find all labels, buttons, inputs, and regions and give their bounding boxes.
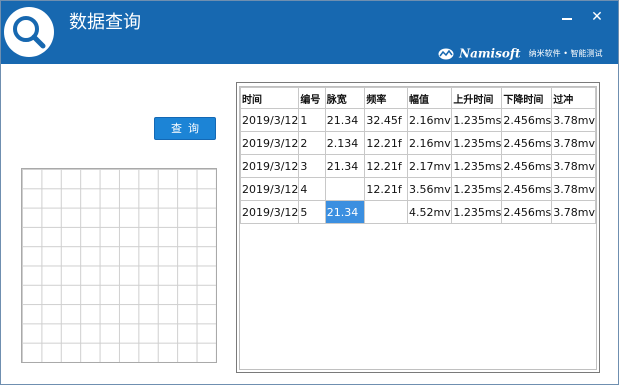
table-cell[interactable]: 3.78mv xyxy=(551,177,596,201)
table-cell[interactable] xyxy=(364,200,408,224)
table-cell[interactable]: 21.34 xyxy=(324,108,366,132)
minimize-button[interactable] xyxy=(559,9,575,25)
table-cell[interactable]: 2.456ms xyxy=(501,108,553,132)
table-cell[interactable]: 2.456ms xyxy=(501,200,553,224)
column-header[interactable]: 时间 xyxy=(239,87,300,109)
table-header: 时间 编号 脉宽 频率 幅值 上升时间 下降时间 过冲 xyxy=(239,87,596,109)
minimize-icon xyxy=(562,18,572,20)
table-cell[interactable]: 3.56mv xyxy=(406,177,453,201)
table-cell[interactable]: 1.235ms xyxy=(451,108,503,132)
namisoft-logo-icon xyxy=(438,48,454,59)
table-cell[interactable]: 32.45f xyxy=(364,108,408,132)
column-header[interactable]: 幅值 xyxy=(406,87,453,109)
table-cell[interactable]: 12.21f xyxy=(364,131,408,155)
data-query-window: 数据查询 ✕ Namisoft 纳米软件 • 智能测试 查询 时间 编号 脉宽 频率幅… xyxy=(0,0,619,385)
table-cell[interactable]: 4 xyxy=(298,177,326,201)
column-header[interactable]: 脉宽 xyxy=(324,87,366,109)
table-row[interactable]: 2019/3/12 4 12.21f 3.56mv 1.235ms 2.456ms 3.78… xyxy=(239,177,596,201)
column-header[interactable]: 频率 xyxy=(364,87,408,109)
table-cell[interactable]: 2.456ms xyxy=(501,131,553,155)
table-cell[interactable]: 12.21f xyxy=(364,154,408,178)
results-panel: 时间 编号 脉宽 频率 幅值 上升时间 下降时间 过冲 2019/3/12 1 21.34 32.4… xyxy=(236,82,600,373)
table-cell[interactable]: 5 xyxy=(298,200,326,224)
table-cell[interactable]: 1.235ms xyxy=(451,177,503,201)
table-row[interactable]: 2019/3/12 1 21.34 32.45f 2.16mv 1.235ms 2.456m… xyxy=(239,108,596,132)
table-cell[interactable]: 1.235ms xyxy=(451,200,503,224)
table-cell[interactable]: 2 xyxy=(298,131,326,155)
table-cell[interactable]: 3.78mv xyxy=(551,200,596,224)
column-header[interactable]: 过冲 xyxy=(551,87,596,109)
table-cell[interactable]: 3.78mv xyxy=(551,108,596,132)
table-cell[interactable]: 3.78mv xyxy=(551,154,596,178)
table-cell[interactable]: 2.456ms xyxy=(501,177,553,201)
app-logo xyxy=(4,7,54,57)
table-cell[interactable]: 2019/3/12 xyxy=(239,177,300,201)
table-cell[interactable]: 2.16mv xyxy=(406,108,453,132)
column-header[interactable]: 编号 xyxy=(298,87,326,109)
table-cell[interactable]: 2019/3/12 xyxy=(239,154,300,178)
table-cell[interactable]: 1.235ms xyxy=(451,131,503,155)
search-icon xyxy=(13,16,46,49)
table-row[interactable]: 2019/3/12 5 21.34 4.52mv 1.235ms 2.456ms 3.78m… xyxy=(239,200,596,224)
table-cell[interactable]: 2019/3/12 xyxy=(239,108,300,132)
brand: Namisoft 纳米软件 • 智能测试 xyxy=(438,43,603,61)
table-cell[interactable]: 2019/3/12 xyxy=(239,131,300,155)
table-cell[interactable]: 4.52mv xyxy=(406,200,453,224)
table-cell[interactable] xyxy=(324,177,366,201)
table-cell[interactable]: 3.78mv xyxy=(551,131,596,155)
table-cell[interactable]: 1.235ms xyxy=(451,154,503,178)
table-cell[interactable]: 2019/3/12 xyxy=(239,200,300,224)
brand-tagline: 纳米软件 • 智能测试 xyxy=(528,49,603,58)
results-table-frame: 时间 编号 脉宽 频率 幅值 上升时间 下降时间 过冲 2019/3/12 1 21.34 32.4… xyxy=(239,86,597,370)
title-bar: 数据查询 ✕ Namisoft 纳米软件 • 智能测试 xyxy=(1,1,618,64)
brand-name: Namisoft xyxy=(459,46,521,61)
table-cell[interactable]: 21.34 xyxy=(324,154,366,178)
table-cell[interactable]: 1 xyxy=(298,108,326,132)
query-button[interactable]: 查询 xyxy=(154,117,216,140)
close-button[interactable]: ✕ xyxy=(589,9,605,25)
empty-grid xyxy=(21,168,217,363)
table-cell[interactable]: 2.16mv xyxy=(406,131,453,155)
table-cell[interactable]: 3 xyxy=(298,154,326,178)
results-table: 时间 编号 脉宽 频率 幅值 上升时间 下降时间 过冲 2019/3/12 1 21.34 32.4… xyxy=(239,87,596,224)
table-cell[interactable]: 21.34 xyxy=(324,200,366,224)
table-cell[interactable]: 2.456ms xyxy=(501,154,553,178)
column-header[interactable]: 上升时间 xyxy=(451,87,503,109)
table-row[interactable]: 2019/3/12 2 2.134 12.21f 2.16mv 1.235ms 2.456m… xyxy=(239,131,596,155)
table-row[interactable]: 2019/3/12 3 21.34 12.21f 2.17mv 1.235ms 2.456m… xyxy=(239,154,596,178)
window-title: 数据查询 xyxy=(69,12,141,33)
column-header[interactable]: 下降时间 xyxy=(501,87,553,109)
table-cell[interactable]: 12.21f xyxy=(364,177,408,201)
table-cell[interactable]: 2.17mv xyxy=(406,154,453,178)
table-cell[interactable]: 2.134 xyxy=(324,131,366,155)
